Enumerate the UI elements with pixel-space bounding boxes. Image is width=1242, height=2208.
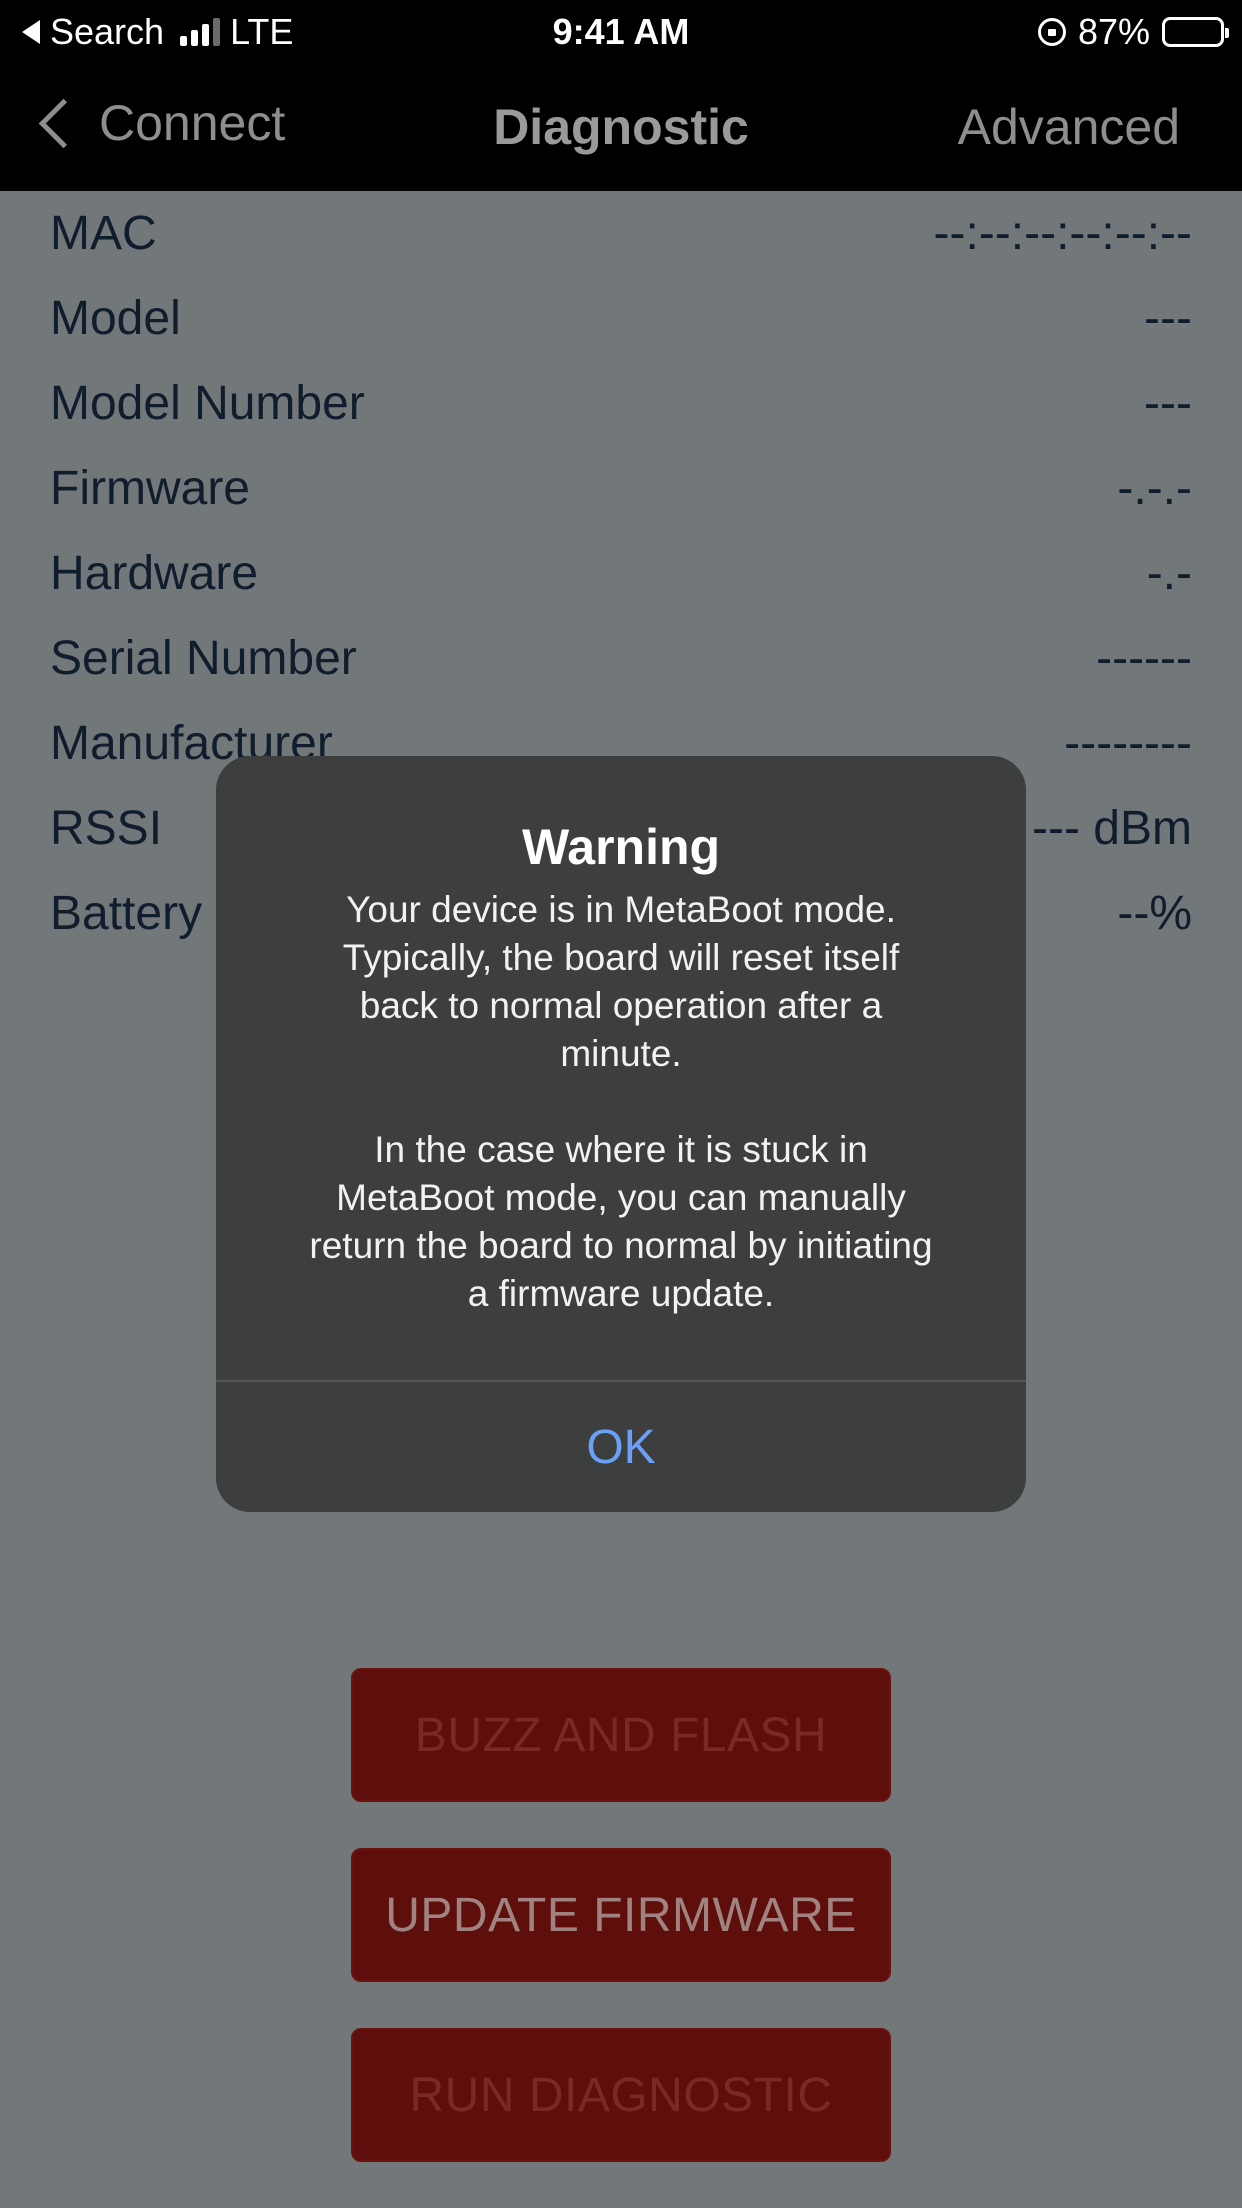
info-label: Firmware bbox=[50, 462, 250, 515]
info-label: Model Number bbox=[50, 377, 365, 430]
battery-percent: 87% bbox=[1077, 11, 1150, 52]
buzz-and-flash-button[interactable]: BUZZ AND FLASH bbox=[351, 1668, 891, 1802]
info-label: MAC bbox=[50, 207, 157, 260]
info-row-serial-number: Serial Number ------ bbox=[50, 616, 1192, 701]
info-value: -.- bbox=[1146, 547, 1192, 600]
info-row-mac: MAC --:--:--:--:--:-- bbox=[50, 191, 1192, 276]
info-value: --:--:--:--:--:-- bbox=[933, 207, 1193, 260]
info-value: --% bbox=[1117, 887, 1192, 940]
info-row-model-number: Model Number --- bbox=[50, 361, 1192, 446]
info-label: RSSI bbox=[50, 802, 163, 855]
advanced-button[interactable]: Advanced bbox=[958, 98, 1180, 156]
ok-button[interactable]: OK bbox=[216, 1382, 1026, 1512]
alert-title: Warning bbox=[521, 819, 721, 875]
rotation-lock-icon bbox=[1037, 18, 1066, 46]
battery-icon bbox=[1162, 17, 1229, 47]
status-right: 87% bbox=[1037, 10, 1229, 54]
info-label: Serial Number bbox=[50, 632, 357, 685]
info-row-model: Model --- bbox=[50, 276, 1192, 361]
alert-message: Your device is in MetaBoot mode. Typical… bbox=[309, 889, 933, 1314]
info-label: Hardware bbox=[50, 547, 259, 600]
top-bar: Search LTE 9:41 AM 87% Connect Diagnosti… bbox=[0, 0, 1242, 191]
info-value: ------ bbox=[1096, 632, 1192, 685]
navigation-bar: Connect Diagnostic Advanced bbox=[0, 64, 1242, 191]
info-label: Model bbox=[50, 292, 181, 345]
info-label: Battery bbox=[50, 887, 203, 940]
info-row-firmware: Firmware -.-.- bbox=[50, 446, 1192, 531]
info-value: --- bbox=[1144, 377, 1192, 430]
status-bar: Search LTE 9:41 AM 87% bbox=[0, 0, 1242, 64]
info-value: -.-.- bbox=[1117, 462, 1192, 515]
warning-alert: Warning Your device is in MetaBoot mode.… bbox=[216, 756, 1026, 1512]
info-value: -------- bbox=[1064, 717, 1192, 770]
info-value: --- dBm bbox=[1032, 802, 1192, 855]
update-firmware-button[interactable]: UPDATE FIRMWARE bbox=[351, 1848, 891, 1982]
info-value: --- bbox=[1144, 292, 1192, 345]
info-row-hardware: Hardware -.- bbox=[50, 531, 1192, 616]
run-diagnostic-button[interactable]: RUN DIAGNOSTIC bbox=[351, 2028, 891, 2162]
